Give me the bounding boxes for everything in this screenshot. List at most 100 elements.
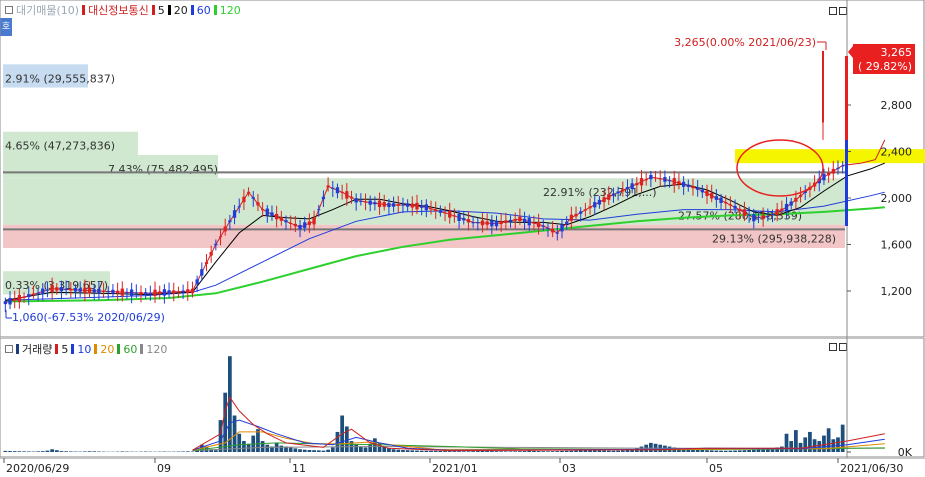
candle-body [565,221,569,224]
candle-body [335,187,340,194]
candle-body [209,252,213,256]
volume-bar [602,450,606,452]
candle-body [770,214,775,216]
candle-body [653,177,658,179]
candle-body [69,288,73,291]
candle-body [434,209,438,211]
volume-bar [798,442,803,452]
candle-body [452,215,457,217]
candle-body [162,289,167,296]
candle-body [485,221,489,225]
volume-bar [82,451,87,452]
candle-body [747,214,751,216]
candle-body [321,196,326,200]
volume-bar [316,450,321,452]
candle-body [691,186,695,189]
volume-bar [789,441,794,452]
price-tick-label: 2,800 [881,99,913,112]
volume-bar [737,450,742,452]
candle-body [667,180,672,182]
candle-body [822,173,826,181]
volume-bar [443,451,447,452]
volume-bar [321,450,326,452]
volume-bar [836,437,840,452]
candle-body [303,222,307,228]
axis-up-bar [845,56,848,140]
candle-body [279,217,283,221]
volume-bar [64,451,69,452]
candle-body [583,209,588,211]
volume-bar [405,450,410,452]
volume-bar [22,451,26,452]
candle-body [616,191,620,194]
volume-bar [466,451,471,452]
volume-bar [36,451,40,452]
candle-body [405,203,410,207]
x-tick-label: 05 [709,462,723,475]
x-tick-label: 09 [157,462,171,475]
candle-body [555,232,559,234]
supply-band-label: 4.65% (47,273,836) [5,140,115,153]
volume-bar [555,451,560,452]
volume-bar [747,449,751,452]
candle-body [420,205,424,208]
volume-bar [279,445,284,452]
candle-body [700,189,704,193]
candle-body [415,202,419,210]
volume-bar [8,451,12,452]
volume-bar [50,449,54,452]
volume-bar [499,451,504,452]
candle-body [373,202,377,205]
candle-body [841,165,845,167]
x-tick-label: 03 [562,462,576,475]
candle-body [443,212,447,214]
volume-bar [354,444,359,452]
candle-body [167,290,171,295]
candle-body [424,204,428,211]
candle-body [607,194,611,200]
volume-bar [461,451,466,452]
volume-bar [87,451,92,452]
candle-body [579,211,583,214]
volume-bar [213,450,218,452]
candle-body [696,187,700,190]
x-axis: 2020/06/29 09 11 2021/01 03 05 2021/06/30 [0,458,925,475]
x-tick-label: 2020/06/29 [6,462,69,475]
candle-body [574,213,578,217]
candle-body [527,218,531,226]
candle-body [101,290,106,292]
candle-body [794,197,798,202]
candle-body [125,292,129,294]
candle-body [50,285,54,293]
volume-bar [616,450,620,452]
volume-bar [705,450,709,452]
candle-body [499,221,503,225]
volume-bar [723,450,728,452]
volume-bar [358,446,363,452]
candle-body [396,204,400,206]
candle-body [522,218,527,222]
candle-body [448,210,452,218]
supply-band-label: 2.91% (29,555,837) [5,72,115,85]
candle-body [635,182,639,186]
price-tick-label: 2,400 [881,146,913,159]
volume-bar [12,451,17,452]
candle-body [307,221,312,225]
candle-body [724,201,728,204]
candle-body [466,219,471,223]
volume-bar [574,450,578,452]
volume-bar [597,450,602,452]
candle-body [681,181,686,187]
volume-bar [54,450,59,452]
volume-bar [480,450,485,452]
candle-body [490,220,494,227]
candle-body [139,292,143,295]
candle-body [457,214,461,221]
volume-bar [410,450,415,452]
candle-body [195,279,199,284]
volume-bar [433,450,438,452]
candle-body [597,199,602,205]
candle-body [532,222,536,224]
candle-body [256,202,260,206]
volume-bar [606,450,611,452]
